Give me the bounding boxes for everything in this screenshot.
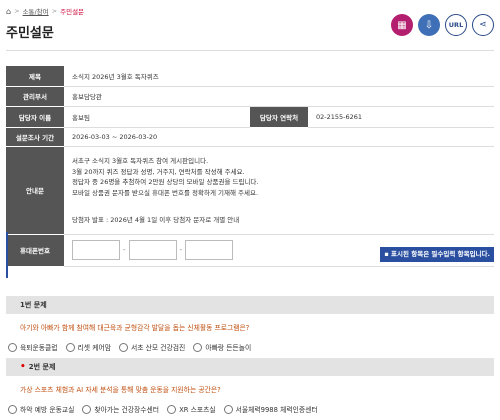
option-label: 서울체력9988 체력인증센터 [235, 406, 318, 414]
breadcrumb: ⌂ > 소통/참여 > 주민설문 [6, 6, 85, 17]
required-mark: • [20, 362, 26, 372]
title-label: 제목 [6, 66, 64, 87]
guide-label: 안내문 [6, 146, 64, 235]
page-title: 주민설문 [6, 26, 54, 41]
download-icon[interactable]: ⇩ [418, 14, 440, 36]
required-notice-bar: ▪ 표시된 항목은 필수입력 항목입니다. [6, 232, 494, 278]
required-notice: ▪ 표시된 항목은 필수입력 항목입니다. [380, 247, 494, 262]
question-header: 1번 문제 [6, 296, 494, 314]
guide-note: 당첨자 발표 : 2026년 4월 1일 이후 당첨자 문자로 개별 안내 [72, 216, 240, 224]
period-value: 2026-03-03 ~ 2026-03-20 [64, 127, 494, 147]
question-1: 1번 문제 아기와 아빠가 함께 참여해 대근육과 균형감각 발달을 돕는 신체… [6, 296, 494, 357]
option-4[interactable]: 아빠랑 든든놀이 [193, 342, 251, 352]
dept-value: 홍보담당관 [64, 86, 494, 107]
option-label: XR 스포츠실 [179, 406, 216, 414]
option-label: 육퇴운동클럽 [20, 344, 58, 352]
question-text: 가상 스포츠 체험과 AI 자세 분석을 통해 맞춤 운동을 지원하는 공간은? [20, 386, 221, 394]
period-label: 설문조사 기간 [6, 127, 64, 147]
option-3[interactable]: 서초 산모 건강검진 [118, 342, 186, 352]
radio-button[interactable] [223, 404, 233, 414]
guide-line: 모바일 상품권 문자를 받으실 휴대폰 번호를 정확하게 기재해 주세요. [72, 188, 259, 197]
option-label: 하악 예방 운동교실 [20, 406, 75, 414]
option-label: 아빠랑 든든놀이 [205, 344, 252, 352]
radio-button[interactable] [167, 404, 177, 414]
title-divider [6, 50, 494, 51]
radio-button[interactable] [82, 404, 92, 414]
question-options: 육퇴운동클럽 리셋 케어맘 서초 산모 건강검진 아빠랑 든든놀이 [6, 337, 494, 357]
contact-label: 담당자 연락처 [250, 106, 308, 128]
question-options: 하악 예방 운동교실 찾아가는 건강장수센터 XR 스포츠실 서울체력9988 … [6, 399, 494, 419]
page-actions: ▦ ⇩ URL ⋖ [391, 14, 494, 36]
manager-value: 홍보팀 [64, 106, 250, 128]
option-1[interactable]: 하악 예방 운동교실 [8, 404, 74, 414]
home-icon[interactable]: ⌂ [6, 7, 11, 16]
breadcrumb-item-community[interactable]: 소통/참여 [23, 6, 49, 16]
question-number: 2번 문제 [28, 363, 56, 371]
share-icon[interactable]: ⋖ [472, 14, 494, 36]
option-1[interactable]: 육퇴운동클럽 [8, 342, 58, 352]
radio-button[interactable] [118, 342, 128, 352]
option-3[interactable]: XR 스포츠실 [167, 404, 216, 414]
manager-label: 담당자 이름 [6, 106, 64, 128]
dept-label: 관리부서 [6, 86, 64, 107]
question-text: 아기와 아빠가 함께 참여해 대근육과 균형감각 발달을 돕는 신체활동 프로그… [20, 324, 250, 332]
contact-value: 02-2155-6261 [308, 106, 494, 128]
option-label: 찾아가는 건강장수센터 [94, 406, 160, 414]
breadcrumb-separator: > [14, 7, 20, 15]
guide-line: 정답자 중 26명을 추첨하여 2만원 상당의 모바일 상품권을 드립니다. [72, 178, 259, 186]
option-label: 서초 산모 건강검진 [130, 344, 186, 352]
breadcrumb-item-current: 주민설문 [60, 8, 85, 16]
qr-icon[interactable]: ▦ [391, 14, 413, 36]
title-value: 소식지 2026년 3월호 독자퀴즈 [64, 66, 494, 87]
top-bar: ⌂ > 소통/참여 > 주민설문 주민설문 ▦ ⇩ URL ⋖ [0, 0, 500, 60]
radio-button[interactable] [65, 342, 75, 352]
url-copy-button[interactable]: URL [445, 14, 467, 36]
question-header: • 2번 문제 [6, 358, 494, 376]
breadcrumb-separator: > [51, 7, 58, 15]
radio-button[interactable] [8, 404, 17, 414]
option-label: 리셋 케어맘 [77, 344, 111, 352]
question-2: • 2번 문제 가상 스포츠 체험과 AI 자세 분석을 통해 맞춤 운동을 지… [6, 358, 494, 419]
radio-button[interactable] [193, 342, 203, 352]
option-2[interactable]: 찾아가는 건강장수센터 [82, 404, 159, 414]
radio-button[interactable] [8, 342, 17, 352]
guide-line: 3월 20까지 퀴즈 정답과 성명, 거주지, 연락처를 작성해 주세요. [72, 167, 245, 176]
guide-text: 서초구 소식지 3월호 독자퀴즈 참여 게시판입니다. 3월 20까지 퀴즈 정… [64, 146, 494, 235]
guide-line: 서초구 소식지 3월호 독자퀴즈 참여 게시판입니다. [72, 157, 209, 165]
option-4[interactable]: 서울체력9988 체력인증센터 [223, 404, 318, 414]
option-2[interactable]: 리셋 케어맘 [65, 342, 111, 352]
question-number: 1번 문제 [20, 301, 47, 309]
